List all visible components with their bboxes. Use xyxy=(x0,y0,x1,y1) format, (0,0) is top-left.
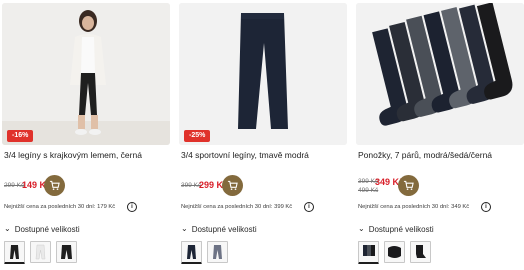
add-to-cart-button[interactable] xyxy=(44,175,65,196)
cart-icon xyxy=(227,180,238,190)
variant-thumb[interactable] xyxy=(30,241,51,263)
variant-thumb[interactable] xyxy=(56,241,77,263)
chevron-down-icon: ⌄ xyxy=(358,224,365,233)
lowest-price-note: Nejnižší cena za posledních 30 dní: 399 … xyxy=(181,204,293,210)
info-icon[interactable]: i xyxy=(304,202,314,212)
info-icon[interactable]: i xyxy=(127,202,137,212)
sizes-label: Dostupné velikosti xyxy=(191,225,257,234)
add-to-cart-button[interactable] xyxy=(222,175,243,196)
product-image[interactable]: -25% xyxy=(179,3,347,145)
sizes-label: Dostupné velikosti xyxy=(368,225,434,234)
product-title[interactable]: 3/4 sportovní legíny, tmavě modrá xyxy=(181,150,346,161)
sizes-label: Dostupné velikosti xyxy=(14,225,80,234)
variant-list xyxy=(181,241,228,264)
sizes-toggle[interactable]: ⌄ Dostupné velikosti xyxy=(181,224,257,234)
product-title[interactable]: Ponožky, 7 párů, modrá/šedá/černá xyxy=(358,150,523,161)
cart-icon xyxy=(49,180,60,190)
add-to-cart-button[interactable] xyxy=(398,175,419,196)
cart-icon xyxy=(403,180,414,190)
product-image[interactable]: -16% xyxy=(2,3,170,145)
product-title[interactable]: 3/4 legíny s krajkovým lemem, černá xyxy=(4,150,169,161)
product-card[interactable]: -16% 3/4 legíny s krajkovým lemem, černá… xyxy=(2,3,170,270)
product-card[interactable]: Ponožky, 7 párů, modrá/šedá/černá 399 Kč… xyxy=(356,3,524,270)
lowest-price-note: Nejnižší cena za posledních 30 dní: 349 … xyxy=(358,204,470,210)
sizes-toggle[interactable]: ⌄ Dostupné velikosti xyxy=(4,224,80,234)
sizes-toggle[interactable]: ⌄ Dostupné velikosti xyxy=(358,224,434,234)
product-card[interactable]: -25% 3/4 sportovní legíny, tmavě modrá 3… xyxy=(179,3,347,270)
info-icon[interactable]: i xyxy=(481,202,491,212)
discount-badge: -25% xyxy=(184,130,211,142)
lowest-price-note: Nejnižší cena za posledních 30 dní: 179 … xyxy=(4,204,116,210)
variant-list xyxy=(4,241,77,264)
chevron-down-icon: ⌄ xyxy=(181,224,188,233)
chevron-down-icon: ⌄ xyxy=(4,224,11,233)
product-image[interactable] xyxy=(356,3,524,145)
variant-thumb[interactable] xyxy=(4,241,25,264)
variant-list xyxy=(358,241,431,264)
variant-thumb[interactable] xyxy=(207,241,228,263)
variant-thumb[interactable] xyxy=(384,241,405,263)
variant-thumb[interactable] xyxy=(181,241,202,264)
old-price-2: 499 Kč xyxy=(358,187,379,194)
variant-thumb[interactable] xyxy=(358,241,379,264)
variant-thumb[interactable] xyxy=(410,241,431,263)
discount-badge: -16% xyxy=(7,130,34,142)
